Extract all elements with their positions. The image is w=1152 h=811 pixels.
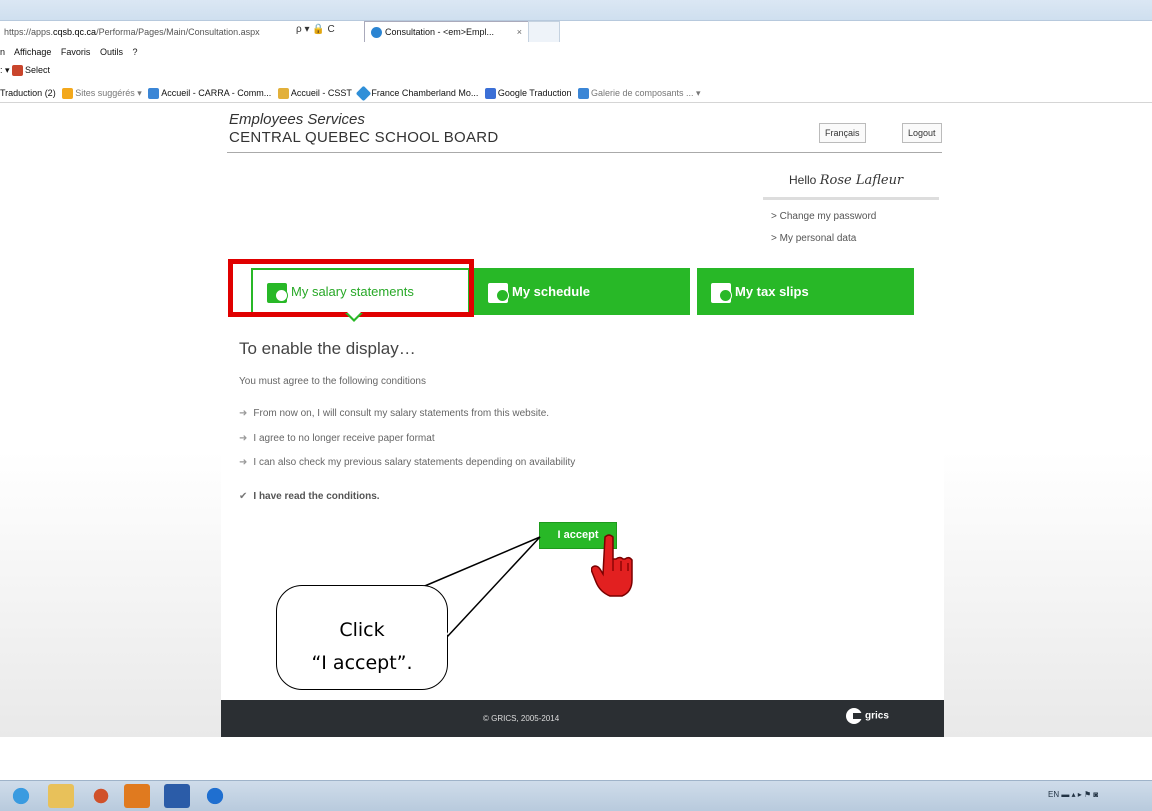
outlook-icon[interactable] (124, 784, 150, 808)
app-icon[interactable] (202, 784, 228, 808)
system-tray[interactable]: EN ▬ ▴ ▸ ⚑ ◙ (1048, 790, 1098, 799)
media-player-icon[interactable] (88, 784, 114, 808)
callout-tail-cover (419, 589, 449, 636)
taskbar: EN ▬ ▴ ▸ ⚑ ◙ (0, 780, 1152, 811)
ie-taskbar-icon[interactable] (8, 784, 34, 808)
word-icon[interactable] (164, 784, 190, 808)
folder-icon[interactable] (48, 784, 74, 808)
